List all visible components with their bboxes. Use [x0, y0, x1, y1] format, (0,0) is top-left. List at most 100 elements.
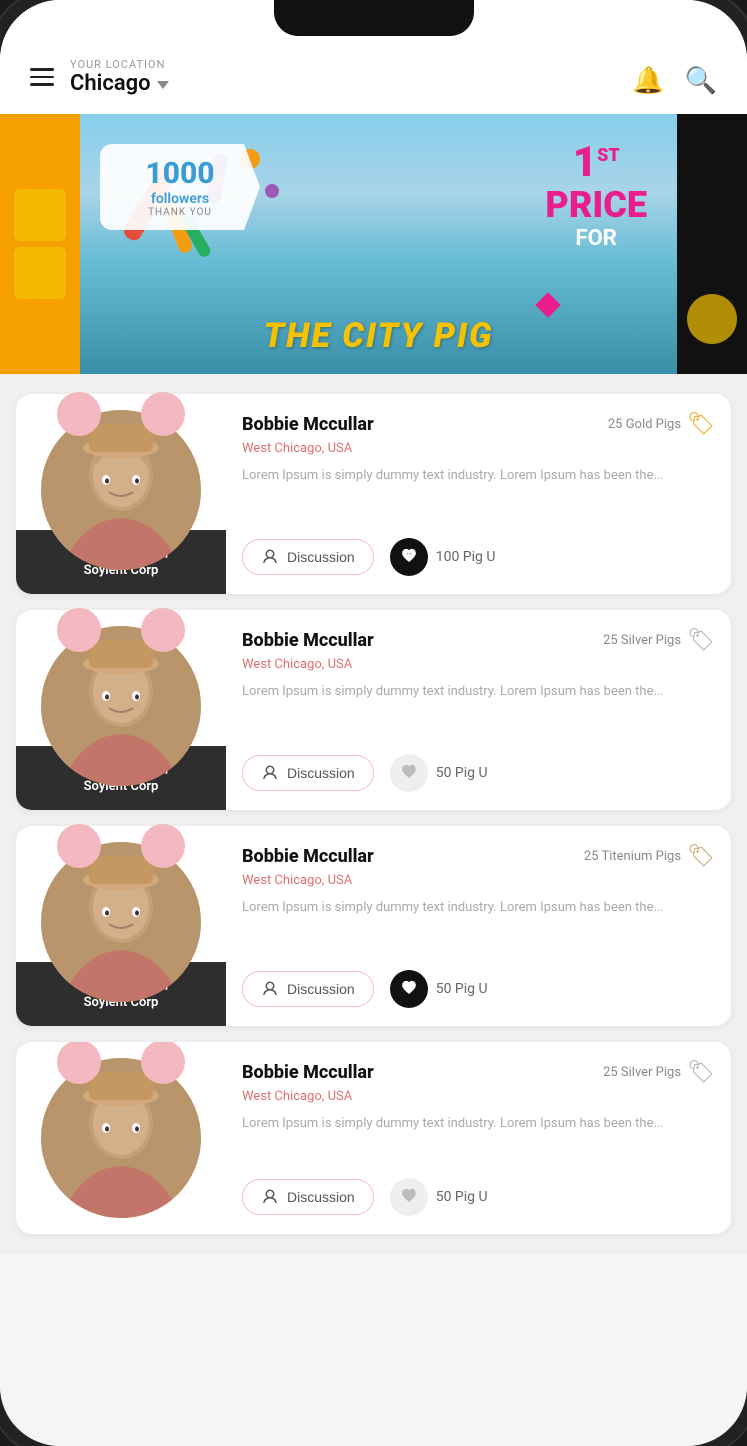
phone-frame: YOUR LOCATION Chicago 🔔 🔍 — [0, 0, 747, 1446]
avatar-container-1 — [41, 410, 201, 570]
followers-thanks: THANK YOU — [122, 207, 238, 218]
card-pigs-4: 25 Silver Pigs 🏷 — [603, 1060, 715, 1085]
discussion-button-2[interactable]: Discussion — [242, 755, 374, 791]
bell-icon[interactable]: 🔔 — [632, 66, 664, 96]
city-row[interactable]: Chicago — [70, 71, 169, 96]
pig-heart-badge-3: 50 Pig U — [390, 970, 488, 1008]
banner-section: 1000 followers THANK YOU 1ST PRICE FOR T… — [0, 114, 747, 374]
pig-ear-right-3 — [141, 824, 185, 868]
card-name-1: Bobbie Mccullar — [242, 414, 374, 435]
pigs-count-4: 25 Silver Pigs — [603, 1065, 681, 1080]
card-excerpt-3: Lorem Ipsum is simply dummy text industr… — [242, 898, 715, 919]
banner-tab-2 — [14, 247, 66, 299]
city-name: Chicago — [70, 71, 151, 96]
pigs-count-3: 25 Titenium Pigs — [584, 849, 681, 864]
followers-badge: 1000 followers THANK YOU — [100, 144, 260, 230]
card-top-row-1: Bobbie Mccullar 25 Gold Pigs 🏷 — [242, 412, 715, 437]
card-location-3: West Chicago, USA — [242, 873, 715, 888]
pig-ears-4 — [41, 1042, 201, 1084]
card-actions-2: Discussion 50 Pig U — [242, 754, 715, 792]
pig-heart-icon-1 — [390, 538, 428, 576]
pig-u-4: 50 Pig U — [436, 1189, 488, 1205]
your-location-label: YOUR LOCATION — [70, 58, 169, 71]
header-right: 🔔 🔍 — [632, 66, 717, 96]
banner-main: 1000 followers THANK YOU 1ST PRICE FOR T… — [80, 114, 677, 374]
pig-ears-1 — [41, 392, 201, 436]
pig-ear-right-4 — [141, 1042, 185, 1084]
chevron-down-icon[interactable] — [157, 81, 169, 89]
card-top-row-2: Bobbie Mccullar 25 Silver Pigs 🏷 — [242, 628, 715, 653]
pig-heart-badge-1: 100 Pig U — [390, 538, 496, 576]
card-excerpt-4: Lorem Ipsum is simply dummy text industr… — [242, 1114, 715, 1135]
card-name-2: Bobbie Mccullar — [242, 630, 374, 651]
card-content-4: Bobbie Mccullar 25 Silver Pigs 🏷 West Ch… — [226, 1042, 731, 1234]
pigs-count-2: 25 Silver Pigs — [603, 633, 681, 648]
pig-tag-icon-2: 🏷 — [687, 628, 715, 653]
pig-ear-left-1 — [57, 392, 101, 436]
card-content-2: Bobbie Mccullar 25 Silver Pigs 🏷 West Ch… — [226, 610, 731, 810]
card-avatar-section-4 — [16, 1042, 226, 1234]
price-label: PRICE — [545, 184, 647, 226]
pig-ear-left-4 — [57, 1042, 101, 1084]
deco-circle-purple — [265, 184, 279, 198]
search-icon[interactable]: 🔍 — [685, 66, 717, 96]
card-location-1: West Chicago, USA — [242, 441, 715, 456]
banner-side-left — [0, 114, 80, 374]
avatar-container-3 — [41, 842, 201, 1002]
discussion-button-3[interactable]: Discussion — [242, 971, 374, 1007]
card-avatar-section-3: Senior Manager,Soylent Corp — [16, 826, 226, 1026]
pig-ear-right-2 — [141, 608, 185, 652]
followers-number: 1000 — [122, 156, 238, 191]
pig-heart-icon-3 — [390, 970, 428, 1008]
pig-tag-icon-4: 🏷 — [687, 1060, 715, 1085]
card-top-row-3: Bobbie Mccullar 25 Titenium Pigs 🏷 — [242, 844, 715, 869]
pig-heart-icon-4 — [390, 1178, 428, 1216]
pigs-count-1: 25 Gold Pigs — [608, 417, 681, 432]
card-location-2: West Chicago, USA — [242, 657, 715, 672]
user-card-1: Senior Manager,Soylent Corp Bobbie Mccul… — [16, 394, 731, 594]
card-top-row-4: Bobbie Mccullar 25 Silver Pigs 🏷 — [242, 1060, 715, 1085]
header-left: YOUR LOCATION Chicago — [30, 58, 169, 96]
card-content-1: Bobbie Mccullar 25 Gold Pigs 🏷 West Chic… — [226, 394, 731, 594]
pig-tag-icon-1: 🏷 — [687, 412, 715, 437]
card-actions-1: Discussion — [242, 538, 715, 576]
pig-heart-badge-2: 50 Pig U — [390, 754, 488, 792]
card-actions-3: Discussion 50 Pig U — [242, 970, 715, 1008]
card-avatar-section-2: Senior Manager,Soylent Corp — [16, 610, 226, 810]
pig-ears-3 — [41, 824, 201, 868]
card-avatar-section-1: Senior Manager,Soylent Corp — [16, 394, 226, 594]
card-content-3: Bobbie Mccullar 25 Titenium Pigs 🏷 West … — [226, 826, 731, 1026]
avatar-container-4 — [41, 1058, 201, 1218]
pig-ear-left-2 — [57, 608, 101, 652]
pig-tag-icon-3: 🏷 — [687, 844, 715, 869]
card-pigs-1: 25 Gold Pigs 🏷 — [608, 412, 715, 437]
discussion-button-4[interactable]: Discussion — [242, 1179, 374, 1215]
card-actions-4: Discussion 50 Pig U — [242, 1178, 715, 1216]
card-excerpt-1: Lorem Ipsum is simply dummy text industr… — [242, 466, 715, 487]
pig-u-1: 100 Pig U — [436, 549, 496, 565]
pig-heart-badge-4: 50 Pig U — [390, 1178, 488, 1216]
pig-heart-icon-2 — [390, 754, 428, 792]
pig-u-3: 50 Pig U — [436, 981, 488, 997]
card-pigs-2: 25 Silver Pigs 🏷 — [603, 628, 715, 653]
user-card-2: Senior Manager,Soylent Corp Bobbie Mccul… — [16, 610, 731, 810]
city-pig-text: THE CITY PIG — [263, 316, 493, 356]
discussion-button-1[interactable]: Discussion — [242, 539, 374, 575]
followers-text: followers — [122, 191, 238, 207]
phone-inner: YOUR LOCATION Chicago 🔔 🔍 — [0, 0, 747, 1446]
pig-ears-2 — [41, 608, 201, 652]
pig-ear-left-3 — [57, 824, 101, 868]
card-pigs-3: 25 Titenium Pigs 🏷 — [584, 844, 715, 869]
banner-tab-1 — [14, 189, 66, 241]
menu-button[interactable] — [30, 68, 54, 86]
card-excerpt-2: Lorem Ipsum is simply dummy text industr… — [242, 682, 715, 703]
pig-ear-right-1 — [141, 392, 185, 436]
location-block: YOUR LOCATION Chicago — [70, 58, 169, 96]
avatar-container-2 — [41, 626, 201, 786]
banner-side-right — [677, 114, 747, 374]
card-name-4: Bobbie Mccullar — [242, 1062, 374, 1083]
card-location-4: West Chicago, USA — [242, 1089, 715, 1104]
cards-list: Senior Manager,Soylent Corp Bobbie Mccul… — [0, 374, 747, 1254]
user-card-3: Senior Manager,Soylent Corp Bobbie Mccul… — [16, 826, 731, 1026]
user-card-4: Bobbie Mccullar 25 Silver Pigs 🏷 West Ch… — [16, 1042, 731, 1234]
